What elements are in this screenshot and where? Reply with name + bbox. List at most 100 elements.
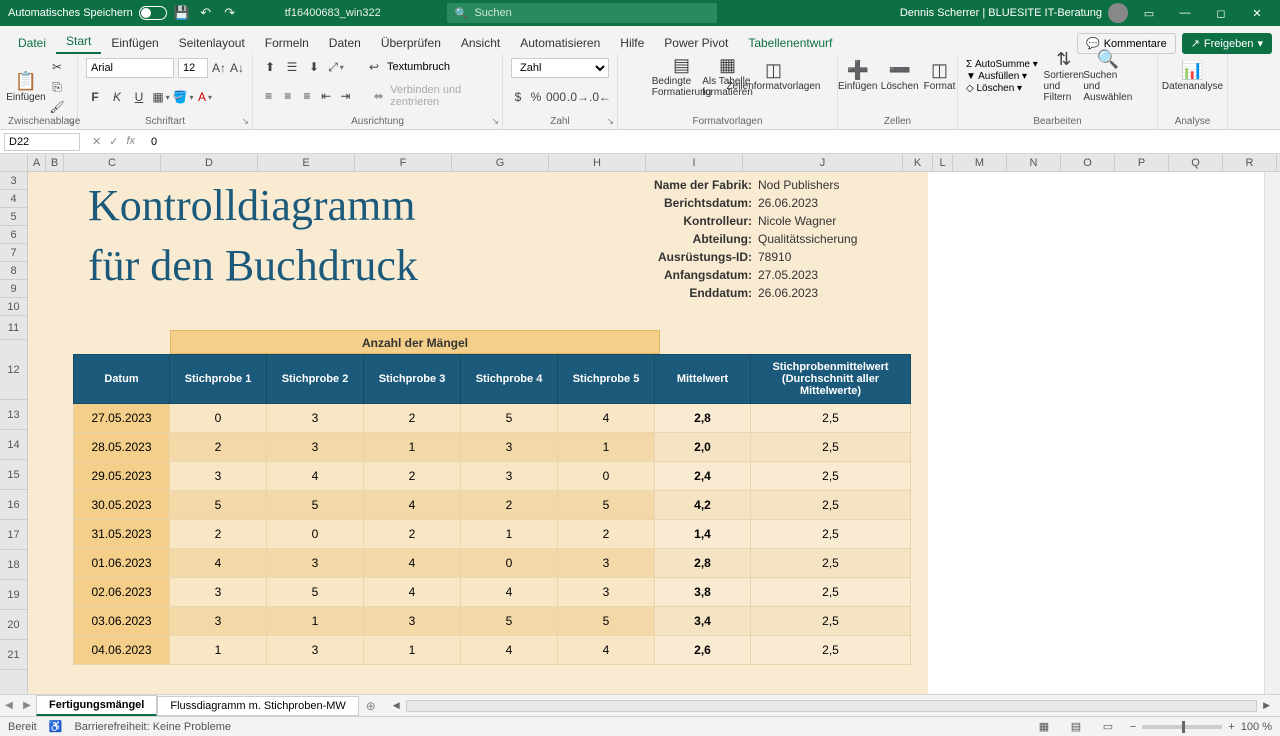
tab-automatisieren[interactable]: Automatisieren xyxy=(510,32,610,54)
fill-button[interactable]: ▼ Ausfüllen ▾ xyxy=(966,71,1038,82)
sheet-area[interactable]: 3456789101112131415161718192021 Kontroll… xyxy=(0,172,1280,694)
indent-inc-icon[interactable]: ⇥ xyxy=(338,87,353,105)
cancel-fx-icon[interactable]: ✕ xyxy=(92,135,101,148)
col-f[interactable]: F xyxy=(355,154,452,171)
align-center-icon[interactable]: ≡ xyxy=(280,87,295,105)
sheet-tab-2[interactable]: Flussdiagramm m. Stichproben-MW xyxy=(157,696,358,716)
table-row[interactable]: 04.06.2023131442,62,5 xyxy=(74,636,911,665)
currency-icon[interactable]: $ xyxy=(511,88,525,106)
zoom-control[interactable]: − + 100 % xyxy=(1130,721,1272,733)
tab-datei[interactable]: Datei xyxy=(8,32,56,54)
table-row[interactable]: 01.06.2023434032,82,5 xyxy=(74,549,911,578)
minimize-icon[interactable]: ― xyxy=(1170,7,1200,19)
font-select[interactable] xyxy=(86,58,174,78)
col-q[interactable]: Q xyxy=(1169,154,1223,171)
zoom-in-icon[interactable]: + xyxy=(1228,721,1234,733)
border-icon[interactable]: ▦ xyxy=(152,88,170,106)
ribbon-mode-icon[interactable]: ▭ xyxy=(1134,7,1164,20)
confirm-fx-icon[interactable]: ✓ xyxy=(109,135,118,148)
col-d[interactable]: D xyxy=(161,154,258,171)
cut-icon[interactable]: ✂ xyxy=(48,58,66,76)
fontcolor-icon[interactable]: A xyxy=(196,88,214,106)
zoom-level[interactable]: 100 % xyxy=(1241,721,1272,733)
align-bottom-icon[interactable]: ⬇ xyxy=(305,58,323,76)
paste-button[interactable]: 📋Einfügen xyxy=(8,69,44,105)
launcher-icon[interactable]: ↘ xyxy=(606,116,614,127)
vertical-scrollbar[interactable] xyxy=(1264,172,1280,694)
zoom-out-icon[interactable]: − xyxy=(1130,721,1136,733)
tab-hilfe[interactable]: Hilfe xyxy=(610,32,654,54)
formatpainter-icon[interactable]: 🖌 xyxy=(48,98,66,116)
col-o[interactable]: O xyxy=(1061,154,1115,171)
analyze-button[interactable]: 📊Datenanalyse xyxy=(1175,58,1211,94)
inc-decimal-icon[interactable]: .0→ xyxy=(569,88,587,106)
launcher-icon[interactable]: ↘ xyxy=(491,116,499,127)
tab-ansicht[interactable]: Ansicht xyxy=(451,32,510,54)
tab-daten[interactable]: Daten xyxy=(319,32,371,54)
align-top-icon[interactable]: ⬆ xyxy=(261,58,279,76)
formula-input[interactable]: 0 xyxy=(143,136,1280,148)
search-box[interactable]: 🔍 Suchen xyxy=(447,3,717,23)
orientation-icon[interactable]: ⤢ xyxy=(327,58,345,76)
table-row[interactable]: 29.05.2023342302,42,5 xyxy=(74,462,911,491)
col-k[interactable]: K xyxy=(903,154,933,171)
table-row[interactable]: 30.05.2023554254,22,5 xyxy=(74,491,911,520)
clear-button[interactable]: ◇ Löschen ▾ xyxy=(966,83,1038,94)
align-right-icon[interactable]: ≡ xyxy=(299,87,314,105)
cellstyles-button[interactable]: ◫Zellenformatvorlagen xyxy=(756,58,792,94)
save-icon[interactable]: 💾 xyxy=(173,4,191,22)
col-r[interactable]: R xyxy=(1223,154,1277,171)
numberformat-select[interactable]: Zahl xyxy=(511,58,609,78)
accessibility-icon[interactable]: ♿ xyxy=(49,720,63,733)
view-pagebreak-icon[interactable]: ▭ xyxy=(1098,720,1118,733)
bold-icon[interactable]: F xyxy=(86,88,104,106)
dec-decimal-icon[interactable]: .0← xyxy=(591,88,609,106)
horizontal-scrollbar[interactable]: ◀▶ xyxy=(383,700,1280,712)
table-row[interactable]: 02.06.2023354433,82,5 xyxy=(74,578,911,607)
row-headers[interactable]: 3456789101112131415161718192021 xyxy=(0,172,28,694)
fontsize-select[interactable] xyxy=(178,58,208,78)
align-left-icon[interactable]: ≡ xyxy=(261,87,276,105)
name-box[interactable] xyxy=(4,133,80,151)
col-e[interactable]: E xyxy=(258,154,355,171)
redo-icon[interactable]: ↷ xyxy=(221,4,239,22)
col-b[interactable]: B xyxy=(46,154,64,171)
merge-icon[interactable]: ⬌ xyxy=(371,87,386,105)
col-j[interactable]: J xyxy=(743,154,903,171)
tab-seitenlayout[interactable]: Seitenlayout xyxy=(169,32,255,54)
italic-icon[interactable]: K xyxy=(108,88,126,106)
col-c[interactable]: C xyxy=(64,154,161,171)
indent-dec-icon[interactable]: ⇤ xyxy=(319,87,334,105)
sort-button[interactable]: ⇅Sortieren und Filtern xyxy=(1046,58,1082,94)
format-cells-button[interactable]: ◫Format xyxy=(924,58,956,94)
user-account[interactable]: Dennis Scherrer | BLUESITE IT-Beratung xyxy=(900,3,1128,23)
tab-ueberpruefen[interactable]: Überprüfen xyxy=(371,32,451,54)
view-normal-icon[interactable]: ▦ xyxy=(1034,720,1054,733)
shrink-font-icon[interactable]: A↓ xyxy=(230,59,244,77)
percent-icon[interactable]: % xyxy=(529,88,543,106)
copy-icon[interactable]: ⎘ xyxy=(48,78,66,96)
underline-icon[interactable]: U xyxy=(130,88,148,106)
share-button[interactable]: ↗ Freigeben ▾ xyxy=(1182,33,1272,54)
col-n[interactable]: N xyxy=(1007,154,1061,171)
fillcolor-icon[interactable]: 🪣 xyxy=(174,88,192,106)
fx-icon[interactable]: fx xyxy=(126,135,135,148)
col-m[interactable]: M xyxy=(953,154,1007,171)
undo-icon[interactable]: ↶ xyxy=(197,4,215,22)
add-sheet-icon[interactable]: ⊕ xyxy=(359,699,383,713)
autosum-button[interactable]: Σ AutoSumme ▾ xyxy=(966,59,1038,70)
grow-font-icon[interactable]: A↑ xyxy=(212,59,226,77)
table-row[interactable]: 28.05.2023231312,02,5 xyxy=(74,433,911,462)
align-middle-icon[interactable]: ☰ xyxy=(283,58,301,76)
thousands-icon[interactable]: 000 xyxy=(547,88,565,106)
data-table[interactable]: DatumStichprobe 1Stichprobe 2Stichprobe … xyxy=(73,354,911,665)
column-headers[interactable]: A B C D E F G H I J K L M N O P Q R xyxy=(0,154,1280,172)
launcher-icon[interactable]: ↘ xyxy=(241,116,249,127)
tab-start[interactable]: Start xyxy=(56,30,101,54)
tab-tabellenentwurf[interactable]: Tabellenentwurf xyxy=(738,32,842,54)
find-button[interactable]: 🔍Suchen und Auswählen xyxy=(1090,58,1126,94)
tab-formeln[interactable]: Formeln xyxy=(255,32,319,54)
col-g[interactable]: G xyxy=(452,154,549,171)
col-h[interactable]: H xyxy=(549,154,646,171)
table-row[interactable]: 31.05.2023202121,42,5 xyxy=(74,520,911,549)
